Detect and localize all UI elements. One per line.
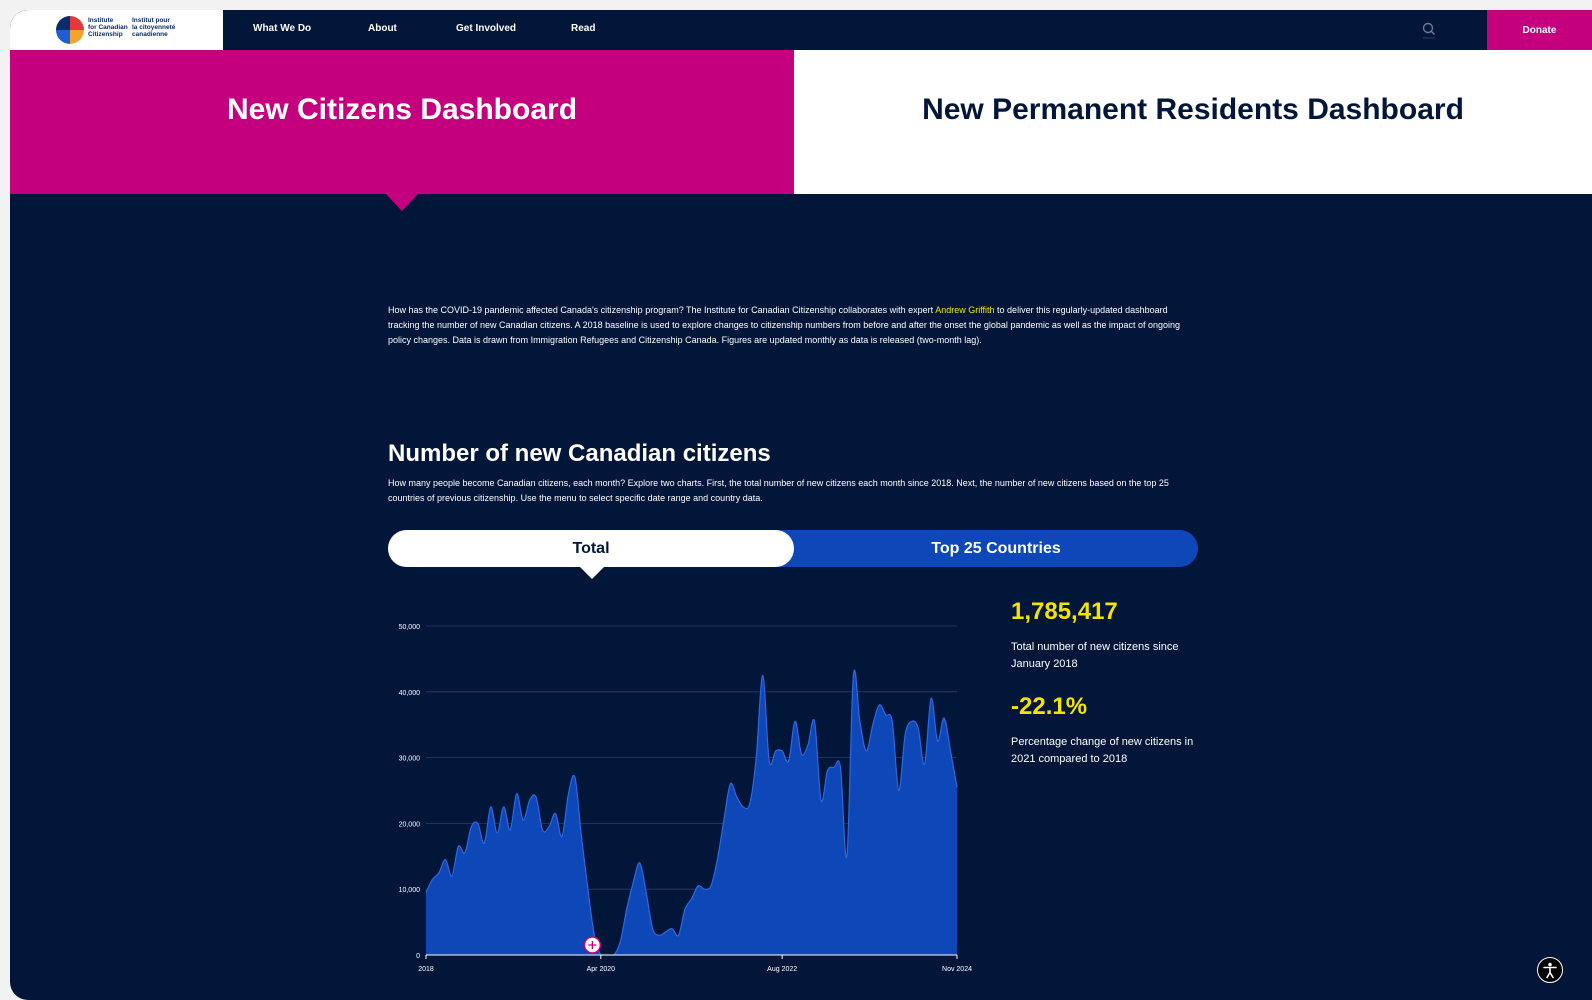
active-tab-pointer: [580, 567, 604, 579]
logo-mark-icon: [56, 16, 84, 44]
intro-text-before: How has the COVID-19 pandemic affected C…: [388, 305, 936, 315]
x-tick-label: Aug 2022: [767, 966, 797, 973]
x-tick-label: Nov 2024: [942, 966, 972, 973]
y-tick-label: 0: [416, 953, 420, 960]
stat-change-label: Percentage change of new citizens in 202…: [1011, 736, 1194, 765]
x-tick-label: 2018: [418, 966, 434, 973]
stat-total-label: Total number of new citizens since Janua…: [1011, 641, 1179, 670]
logo-text-en: Institute for Canadian Citizenship: [88, 17, 128, 38]
y-tick-label: 50,000: [399, 624, 421, 631]
accessibility-icon[interactable]: [1537, 957, 1563, 983]
logo-text-fr: Institut pour la citoyenneté canadienne: [132, 17, 176, 38]
andrew-griffith-link[interactable]: Andrew Griffith: [935, 305, 994, 315]
logo[interactable]: Institute for Canadian Citizenship Insti…: [10, 10, 223, 50]
stat-total-value: 1,785,417: [1011, 598, 1118, 625]
new-citizens-area-chart[interactable]: 0 10,000 20,000 30,000 40,000 50,000 2018 Apr 2…: [388, 605, 988, 985]
top-navigation-bar: Institute for Canadian Citizenship Insti…: [10, 10, 1592, 50]
search-icon[interactable]: [1421, 21, 1437, 39]
y-tick-label: 30,000: [399, 756, 421, 763]
page-frame: Institute for Canadian Citizenship Insti…: [10, 10, 1592, 1000]
section-description: How many people become Canadian citizens…: [388, 478, 1169, 503]
y-tick-label: 40,000: [399, 690, 421, 697]
x-tick-label: Apr 2020: [587, 966, 616, 973]
intro-paragraph: How has the COVID-19 pandemic affected C…: [388, 303, 1198, 348]
nav-item-read[interactable]: Read: [571, 23, 595, 34]
y-tick-label: 10,000: [399, 887, 421, 894]
y-tick-label: 20,000: [399, 821, 421, 828]
tab-total[interactable]: Total: [388, 530, 794, 567]
nav-item-what-we-do[interactable]: What We Do: [253, 23, 311, 34]
chart-tabs: Total Top 25 Countries: [388, 530, 1198, 567]
tab-top-25-countries[interactable]: Top 25 Countries: [794, 530, 1198, 567]
tab-new-permanent-residents-dashboard[interactable]: New Permanent Residents Dashboard: [794, 50, 1592, 194]
stat-change-value: -22.1%: [1011, 693, 1088, 720]
donate-button[interactable]: Donate: [1487, 10, 1592, 50]
section-title: Number of new Canadian citizens: [388, 440, 771, 467]
active-dashboard-pointer: [385, 193, 419, 211]
tab-new-citizens-dashboard[interactable]: New Citizens Dashboard: [10, 50, 794, 194]
nav-item-about[interactable]: About: [368, 23, 397, 34]
nav-item-get-involved[interactable]: Get Involved: [456, 23, 516, 34]
new-permanent-residents-dashboard-label: New Permanent Residents Dashboard: [922, 93, 1464, 126]
new-citizens-dashboard-label: New Citizens Dashboard: [226, 93, 578, 126]
